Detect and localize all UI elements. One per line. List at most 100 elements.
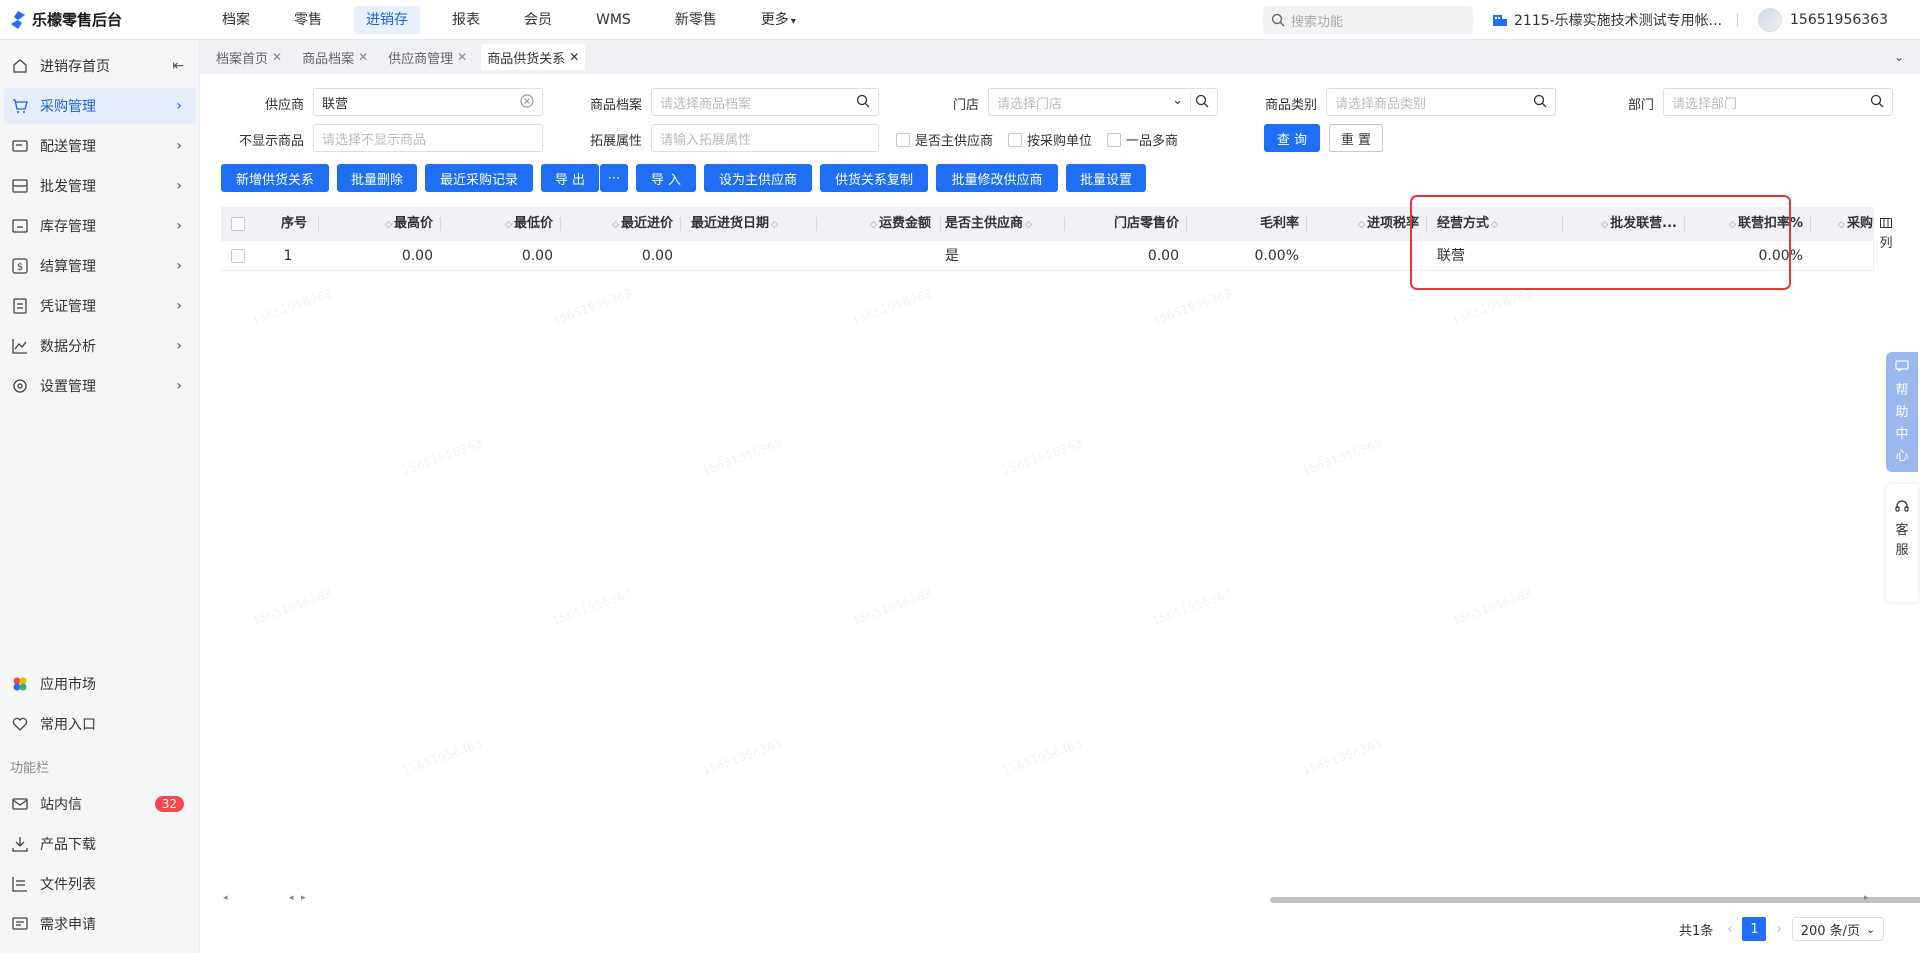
- sidebar-item-distribution[interactable]: 配送管理 ›: [4, 128, 196, 164]
- search-icon: [1271, 13, 1285, 27]
- scroll-left-icon[interactable]: ◂: [223, 893, 228, 903]
- dept-field[interactable]: 请选择部门: [1663, 88, 1893, 116]
- help-text-2: 助: [1895, 405, 1909, 420]
- more-icon: ⋯: [607, 170, 621, 186]
- nav-item-archive[interactable]: 档案: [210, 6, 262, 34]
- th-main-supplier[interactable]: 是否主供应商 ◇: [941, 207, 1065, 241]
- th-recent-price[interactable]: ◇ 最近进价: [561, 207, 681, 241]
- next-page-icon[interactable]: ›: [1776, 922, 1781, 937]
- sidebar-item-voucher[interactable]: 凭证管理 ›: [4, 288, 196, 324]
- column-settings-button[interactable]: 列: [1873, 207, 1898, 271]
- close-icon[interactable]: ✕: [457, 50, 467, 64]
- scrollbar-thumb[interactable]: [1270, 897, 1920, 903]
- sidebar-item-downloads[interactable]: 产品下载: [4, 826, 196, 862]
- sidebar-item-favorites[interactable]: 常用入口: [4, 706, 196, 742]
- help-text-4: 心: [1895, 449, 1909, 464]
- sidebar-item-analytics[interactable]: 数据分析 ›: [4, 328, 196, 364]
- tab-supplier-management[interactable]: 供应商管理 ✕: [382, 44, 474, 70]
- scroll-left-icon[interactable]: ◂: [289, 893, 294, 903]
- search-input[interactable]: 搜索功能: [1263, 6, 1473, 34]
- sidebar-item-wholesale[interactable]: 批发管理 ›: [4, 168, 196, 204]
- batch-settings-button[interactable]: 批量设置: [1066, 164, 1146, 192]
- store-field[interactable]: 请选择门店 ⌄: [988, 88, 1218, 116]
- search-icon[interactable]: [1870, 94, 1884, 112]
- one-goods-multi-supplier-checkbox[interactable]: 一品多商: [1107, 130, 1178, 149]
- close-icon[interactable]: ✕: [358, 50, 368, 64]
- nav-item-more[interactable]: 更多: [749, 6, 808, 34]
- goods-field[interactable]: 请选择商品档案: [651, 88, 879, 116]
- batch-modify-supplier-button[interactable]: 批量修改供应商: [936, 164, 1058, 192]
- watermark: 15651956363: [400, 436, 484, 478]
- sidebar-item-settings[interactable]: 设置管理 ›: [4, 368, 196, 404]
- chevron-down-icon[interactable]: ⌄: [1172, 93, 1183, 108]
- nav-item-inventory[interactable]: 进销存: [354, 5, 420, 34]
- sidebar-item-messages[interactable]: 站内信 32: [4, 786, 196, 822]
- th-wholesale-joint[interactable]: ◇ 批发联营...: [1563, 207, 1685, 241]
- th-min-price[interactable]: ◇ 最低价: [441, 207, 561, 241]
- hide-goods-field[interactable]: 请选择不显示商品: [313, 124, 543, 152]
- horizontal-scrollbar[interactable]: ◂ ◂ ▸ ▸: [221, 893, 1920, 903]
- th-business-mode[interactable]: 经营方式 ◇: [1427, 207, 1563, 241]
- th-purchase[interactable]: ◇ 采购: [1811, 207, 1873, 241]
- help-center-button[interactable]: 帮 助 中 心: [1886, 352, 1918, 472]
- sidebar-item-label: 设置管理: [40, 379, 96, 395]
- tab-label: 商品档案: [302, 51, 355, 67]
- tab-goods-archive[interactable]: 商品档案 ✕: [296, 44, 375, 70]
- scroll-right-icon[interactable]: ▸: [1864, 893, 1869, 903]
- nav-item-new-retail[interactable]: 新零售: [663, 6, 729, 34]
- ext-attr-field[interactable]: 请输入拓展属性: [651, 124, 879, 152]
- page-number[interactable]: 1: [1742, 917, 1767, 941]
- search-icon[interactable]: [856, 94, 870, 112]
- main-supplier-checkbox[interactable]: 是否主供应商: [896, 130, 993, 149]
- app-logo[interactable]: 乐檬零售后台: [0, 9, 210, 30]
- clear-icon[interactable]: [520, 94, 534, 112]
- export-button[interactable]: 导 出: [541, 164, 599, 192]
- select-all-checkbox[interactable]: [231, 217, 245, 231]
- sidebar-item-requests[interactable]: 需求申请: [4, 906, 196, 942]
- th-max-price[interactable]: ◇ 最高价: [319, 207, 441, 241]
- th-freight[interactable]: ◇ 运费金额: [817, 207, 941, 241]
- row-checkbox[interactable]: [231, 249, 245, 263]
- nav-item-wms[interactable]: WMS: [584, 6, 643, 34]
- reset-button[interactable]: 重 置: [1329, 124, 1383, 152]
- sidebar-item-settlement[interactable]: $ 结算管理 ›: [4, 248, 196, 284]
- store-selector[interactable]: 2115-乐檬实施技术测试专用帐...: [1492, 0, 1722, 40]
- collapse-sidebar-icon[interactable]: ⇤: [172, 58, 184, 74]
- close-icon[interactable]: ✕: [569, 50, 579, 64]
- copy-supply-relation-button[interactable]: 供货关系复制: [820, 164, 928, 192]
- page-size-select[interactable]: 200 条/页 ⌄: [1791, 917, 1885, 941]
- prev-page-icon[interactable]: ‹: [1727, 922, 1732, 937]
- customer-service-button[interactable]: 客 服: [1886, 484, 1918, 602]
- close-icon[interactable]: ✕: [272, 50, 282, 64]
- sidebar-item-stock[interactable]: 库存管理 ›: [4, 208, 196, 244]
- nav-item-retail[interactable]: 零售: [282, 6, 334, 34]
- cell-max-price: 0.00: [401, 248, 433, 264]
- tabs-dropdown-icon[interactable]: ⌄: [1894, 50, 1904, 64]
- sidebar-item-files[interactable]: 文件列表: [4, 866, 196, 902]
- tab-goods-supply-relation[interactable]: 商品供货关系 ✕: [481, 44, 586, 70]
- user-menu[interactable]: 15651956363: [1758, 0, 1888, 40]
- export-more-button[interactable]: ⋯: [600, 164, 628, 192]
- tab-archive-home[interactable]: 档案首页 ✕: [210, 44, 289, 70]
- th-recent-date[interactable]: 最近进货日期 ◇: [681, 207, 817, 241]
- category-field[interactable]: 请选择商品类别: [1326, 88, 1556, 116]
- sidebar-item-purchase[interactable]: 采购管理 ›: [4, 88, 196, 124]
- th-tax-rate[interactable]: ◇ 进项税率: [1307, 207, 1427, 241]
- add-supply-relation-button[interactable]: 新增供货关系: [221, 164, 329, 192]
- table-row[interactable]: 1 0.00 0.00 0.00 是 0.00 0.00% 联营 0.00%: [221, 241, 1873, 271]
- query-button[interactable]: 查 询: [1264, 124, 1320, 152]
- scroll-right-icon[interactable]: ▸: [301, 893, 306, 903]
- recent-purchase-button[interactable]: 最近采购记录: [425, 164, 533, 192]
- set-main-supplier-button[interactable]: 设为主供应商: [704, 164, 812, 192]
- purchase-unit-checkbox[interactable]: 按采购单位: [1008, 130, 1092, 149]
- th-joint-rate[interactable]: ◇ 联营扣率%: [1685, 207, 1811, 241]
- sidebar-item-app-market[interactable]: 应用市场: [4, 666, 196, 702]
- search-icon[interactable]: [1195, 94, 1209, 112]
- search-icon[interactable]: [1533, 94, 1547, 112]
- nav-item-report[interactable]: 报表: [440, 6, 492, 34]
- supplier-field[interactable]: 联营: [313, 88, 543, 116]
- sidebar-item-inventory-home[interactable]: 进销存首页 ⇤: [4, 48, 196, 84]
- import-button[interactable]: 导 入: [636, 164, 696, 192]
- batch-delete-button[interactable]: 批量删除: [337, 164, 417, 192]
- nav-item-member[interactable]: 会员: [512, 6, 564, 34]
